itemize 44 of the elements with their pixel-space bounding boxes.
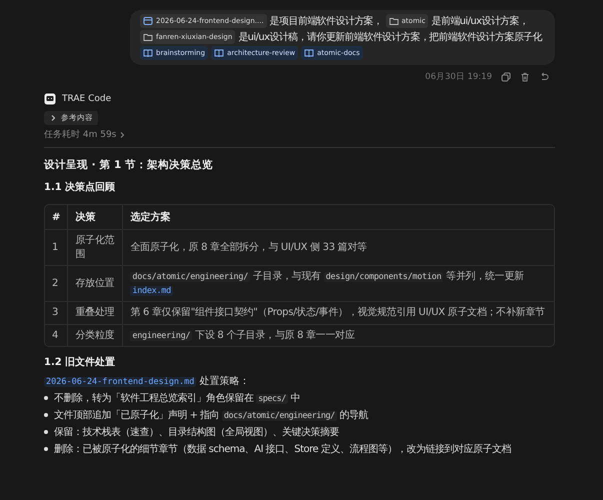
bullet-icon <box>44 430 48 434</box>
table-cell: engineering/ 下设 8 个子目录，与原 8 章一一对应 <box>122 324 554 346</box>
table-cell: 全面原子化，原 8 章全部拆分，与 UI/UX 侧 33 篇对等 <box>122 229 554 265</box>
file-icon <box>143 16 153 26</box>
list-item-text: 不删除，转为「软件工程总览索引」角色保留在 specs/ 中 <box>54 392 300 405</box>
list-item-text: 删除：已被原子化的细节章节（数据 schema、AI 接口、Store 定义、流程图等），改为链接到对应原子文档 <box>54 442 511 456</box>
book-icon <box>214 48 224 58</box>
chevron-icon <box>49 114 57 122</box>
column-header: 选定方案 <box>122 205 554 229</box>
table-cell: 2 <box>45 265 68 301</box>
table-cell: 4 <box>45 324 68 346</box>
book-icon <box>143 48 153 58</box>
message-text: 是ui/ux设计稿，请你更新前端软件设计方案，把前端软件设计方案原子化 <box>238 30 542 44</box>
message-text: 是前端ui/ux设计方案， <box>431 14 528 28</box>
duration-link[interactable]: 任务耗时 4m 59s <box>44 128 126 141</box>
folder-icon <box>143 32 153 42</box>
table-cell: 原子化范围 <box>67 229 122 265</box>
undo-icon[interactable] <box>539 72 549 82</box>
column-header: # <box>51 210 62 224</box>
table-cell: 分类粒度 <box>67 324 122 346</box>
table-cell: 3 <box>45 301 68 324</box>
copy-icon[interactable] <box>501 72 511 82</box>
folder-icon <box>388 16 399 26</box>
message-text: 是项目前端软件设计方案， <box>270 14 383 28</box>
section-title: 设计呈现 · 第 1 节：架构决策总览 <box>44 158 214 172</box>
bullet-icon <box>44 396 48 400</box>
section-heading: 1.1 决策点回顾 <box>44 180 116 194</box>
book-icon <box>304 48 314 58</box>
chevron-icon <box>118 130 126 138</box>
bot-icon <box>44 93 56 105</box>
table-cell: 第 6 章仅保留"组件接口契约"（Props/状态/事件），视觉规范引用 UI/UX 原子文档；不补新章节 <box>122 301 554 324</box>
column-header: 决策 <box>67 205 122 229</box>
assistant-name: TRAE Code <box>62 94 112 104</box>
list-item-text: 保留：技术栈表（速查）、目录结构图（全局视图）、关键决策摘要 <box>54 426 339 439</box>
table-cell: docs/atomic/engineering/ 子目录，与现有 design/components/motion 等并列，统一更新 index.md <box>122 265 554 301</box>
table-cell: 1 <box>45 229 68 265</box>
bullet-icon <box>44 447 48 451</box>
list-item-text: 文件顶部追加「已原子化」声明 + 指向 docs/atomic/engineering/ 的导航 <box>54 408 368 422</box>
table-cell: 重叠处理 <box>67 301 122 324</box>
trash-icon[interactable] <box>520 72 530 82</box>
table-cell: 存放位置 <box>67 265 122 301</box>
section-heading: 1.2 旧文件处置 <box>44 356 116 369</box>
bullet-icon <box>44 413 48 417</box>
message-time: 06月30日 19:19 <box>425 71 492 83</box>
